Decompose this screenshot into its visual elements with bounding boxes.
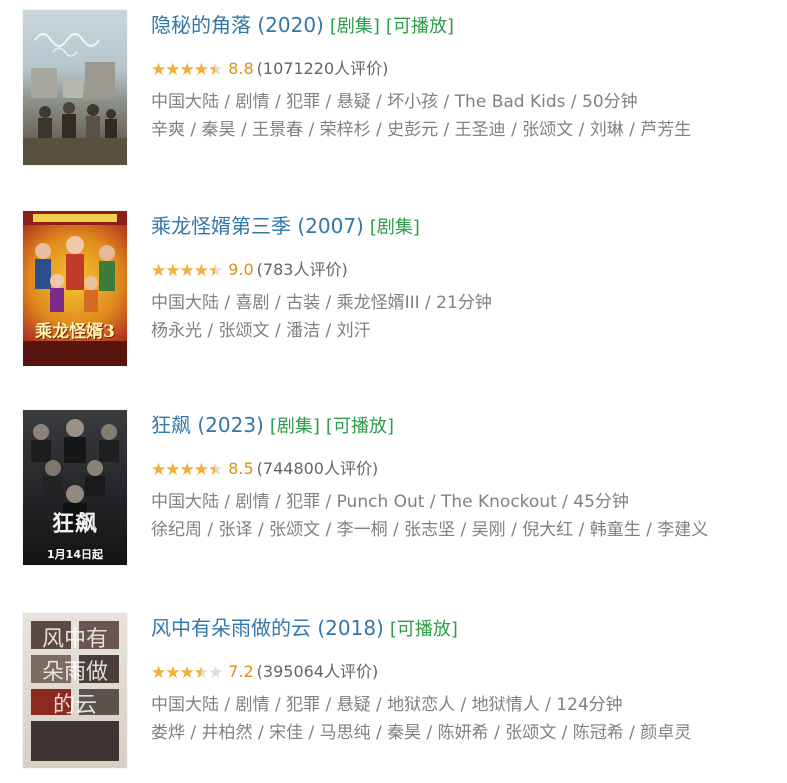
- list-item: 风中有朵雨做的云 风中有朵雨做的云 (2018) [可播放] ★★★★★★★★★★…: [0, 613, 787, 783]
- rating-row: ★★★★★★★★★★ 9.0(783人评价): [151, 253, 781, 287]
- rating-count: (744800人评价): [256, 459, 379, 478]
- tag-series[interactable]: [剧集]: [370, 217, 420, 238]
- tag-playable[interactable]: [可播放]: [326, 416, 394, 437]
- star-rating-icon: ★★★★★★★★★★: [151, 460, 223, 480]
- rating-row: ★★★★★★★★★★ 8.8(1071220人评价): [151, 52, 781, 86]
- meta-info: 中国大陆 / 剧情 / 犯罪 / 悬疑 / 坏小孩 / The Bad Kids…: [151, 92, 638, 112]
- list-item: 乘龙怪婿3 乘龙怪婿第三季 (2007) [剧集] ★★★★★★★★★★ 9.0(7…: [0, 211, 787, 381]
- tag-series[interactable]: [剧集]: [330, 16, 380, 37]
- poster-image[interactable]: 乘龙怪婿3: [23, 211, 127, 366]
- cast-list: 杨永光 / 张颂文 / 潘洁 / 刘汗: [151, 321, 371, 341]
- star-rating-icon: ★★★★★★★★★★: [151, 663, 223, 683]
- title-link[interactable]: 风中有朵雨做的云 (2018): [151, 616, 384, 640]
- star-rating-icon: ★★★★★★★★★★: [151, 261, 223, 281]
- poster-date: 1月14日起: [47, 548, 103, 561]
- title-link[interactable]: 乘龙怪婿第三季 (2007): [151, 214, 364, 238]
- search-result-list: 隐秘的角落 (2020) [剧集] [可播放] ★★★★★★★★★★ 8.8(1071…: [0, 0, 787, 771]
- poster-image[interactable]: [23, 10, 127, 165]
- poster-image[interactable]: 狂飙 1月14日起: [23, 410, 127, 565]
- rating-count: (1071220人评价): [256, 59, 389, 78]
- tag-series[interactable]: [剧集]: [270, 416, 320, 437]
- poster-caption: 狂飙: [51, 511, 98, 537]
- star-rating-icon: ★★★★★★★★★★: [151, 60, 223, 80]
- meta-info: 中国大陆 / 剧情 / 犯罪 / 悬疑 / 地狱恋人 / 地狱情人 / 124分…: [151, 695, 623, 715]
- cast-list: 徐纪周 / 张译 / 张颂文 / 李一桐 / 张志坚 / 吴刚 / 倪大红 / …: [151, 520, 709, 540]
- rating-score: 9.0: [228, 260, 254, 279]
- list-item: 隐秘的角落 (2020) [剧集] [可播放] ★★★★★★★★★★ 8.8(1071…: [0, 10, 787, 180]
- poster-crime-icon: [31, 419, 119, 533]
- title-link[interactable]: 隐秘的角落 (2020): [151, 13, 324, 37]
- poster-caption: 乘龙怪婿3: [35, 322, 115, 342]
- poster-drama-icon: [23, 33, 127, 165]
- meta-info: 中国大陆 / 剧情 / 犯罪 / Punch Out / The Knockou…: [151, 492, 629, 512]
- poster-caption: 风中有朵雨做的云: [41, 627, 108, 718]
- title-link[interactable]: 狂飙 (2023): [151, 413, 264, 437]
- rating-score: 7.2: [228, 662, 254, 681]
- cast-list: 辛爽 / 秦昊 / 王景春 / 荣梓杉 / 史彭元 / 王圣迪 / 张颂文 / …: [151, 120, 692, 140]
- cast-list: 娄烨 / 井柏然 / 宋佳 / 马思纯 / 秦昊 / 陈妍希 / 张颂文 / 陈…: [151, 723, 692, 743]
- list-item: 狂飙 1月14日起 狂飙 (2023) [剧集] [可播放] ★★★★★★★★★★ 8…: [0, 410, 787, 580]
- rating-score: 8.8: [228, 59, 254, 78]
- rating-count: (395064人评价): [256, 662, 379, 681]
- poster-comedy-icon: [23, 211, 127, 366]
- rating-row: ★★★★★★★★★★ 7.2(395064人评价): [151, 655, 781, 689]
- meta-info: 中国大陆 / 喜剧 / 古装 / 乘龙怪婿III / 21分钟: [151, 293, 492, 313]
- tag-playable[interactable]: [可播放]: [390, 619, 458, 640]
- tag-playable[interactable]: [可播放]: [386, 16, 454, 37]
- rating-count: (783人评价): [256, 260, 348, 279]
- poster-image[interactable]: 风中有朵雨做的云: [23, 613, 127, 768]
- rating-score: 8.5: [228, 459, 254, 478]
- rating-row: ★★★★★★★★★★ 8.5(744800人评价): [151, 452, 781, 486]
